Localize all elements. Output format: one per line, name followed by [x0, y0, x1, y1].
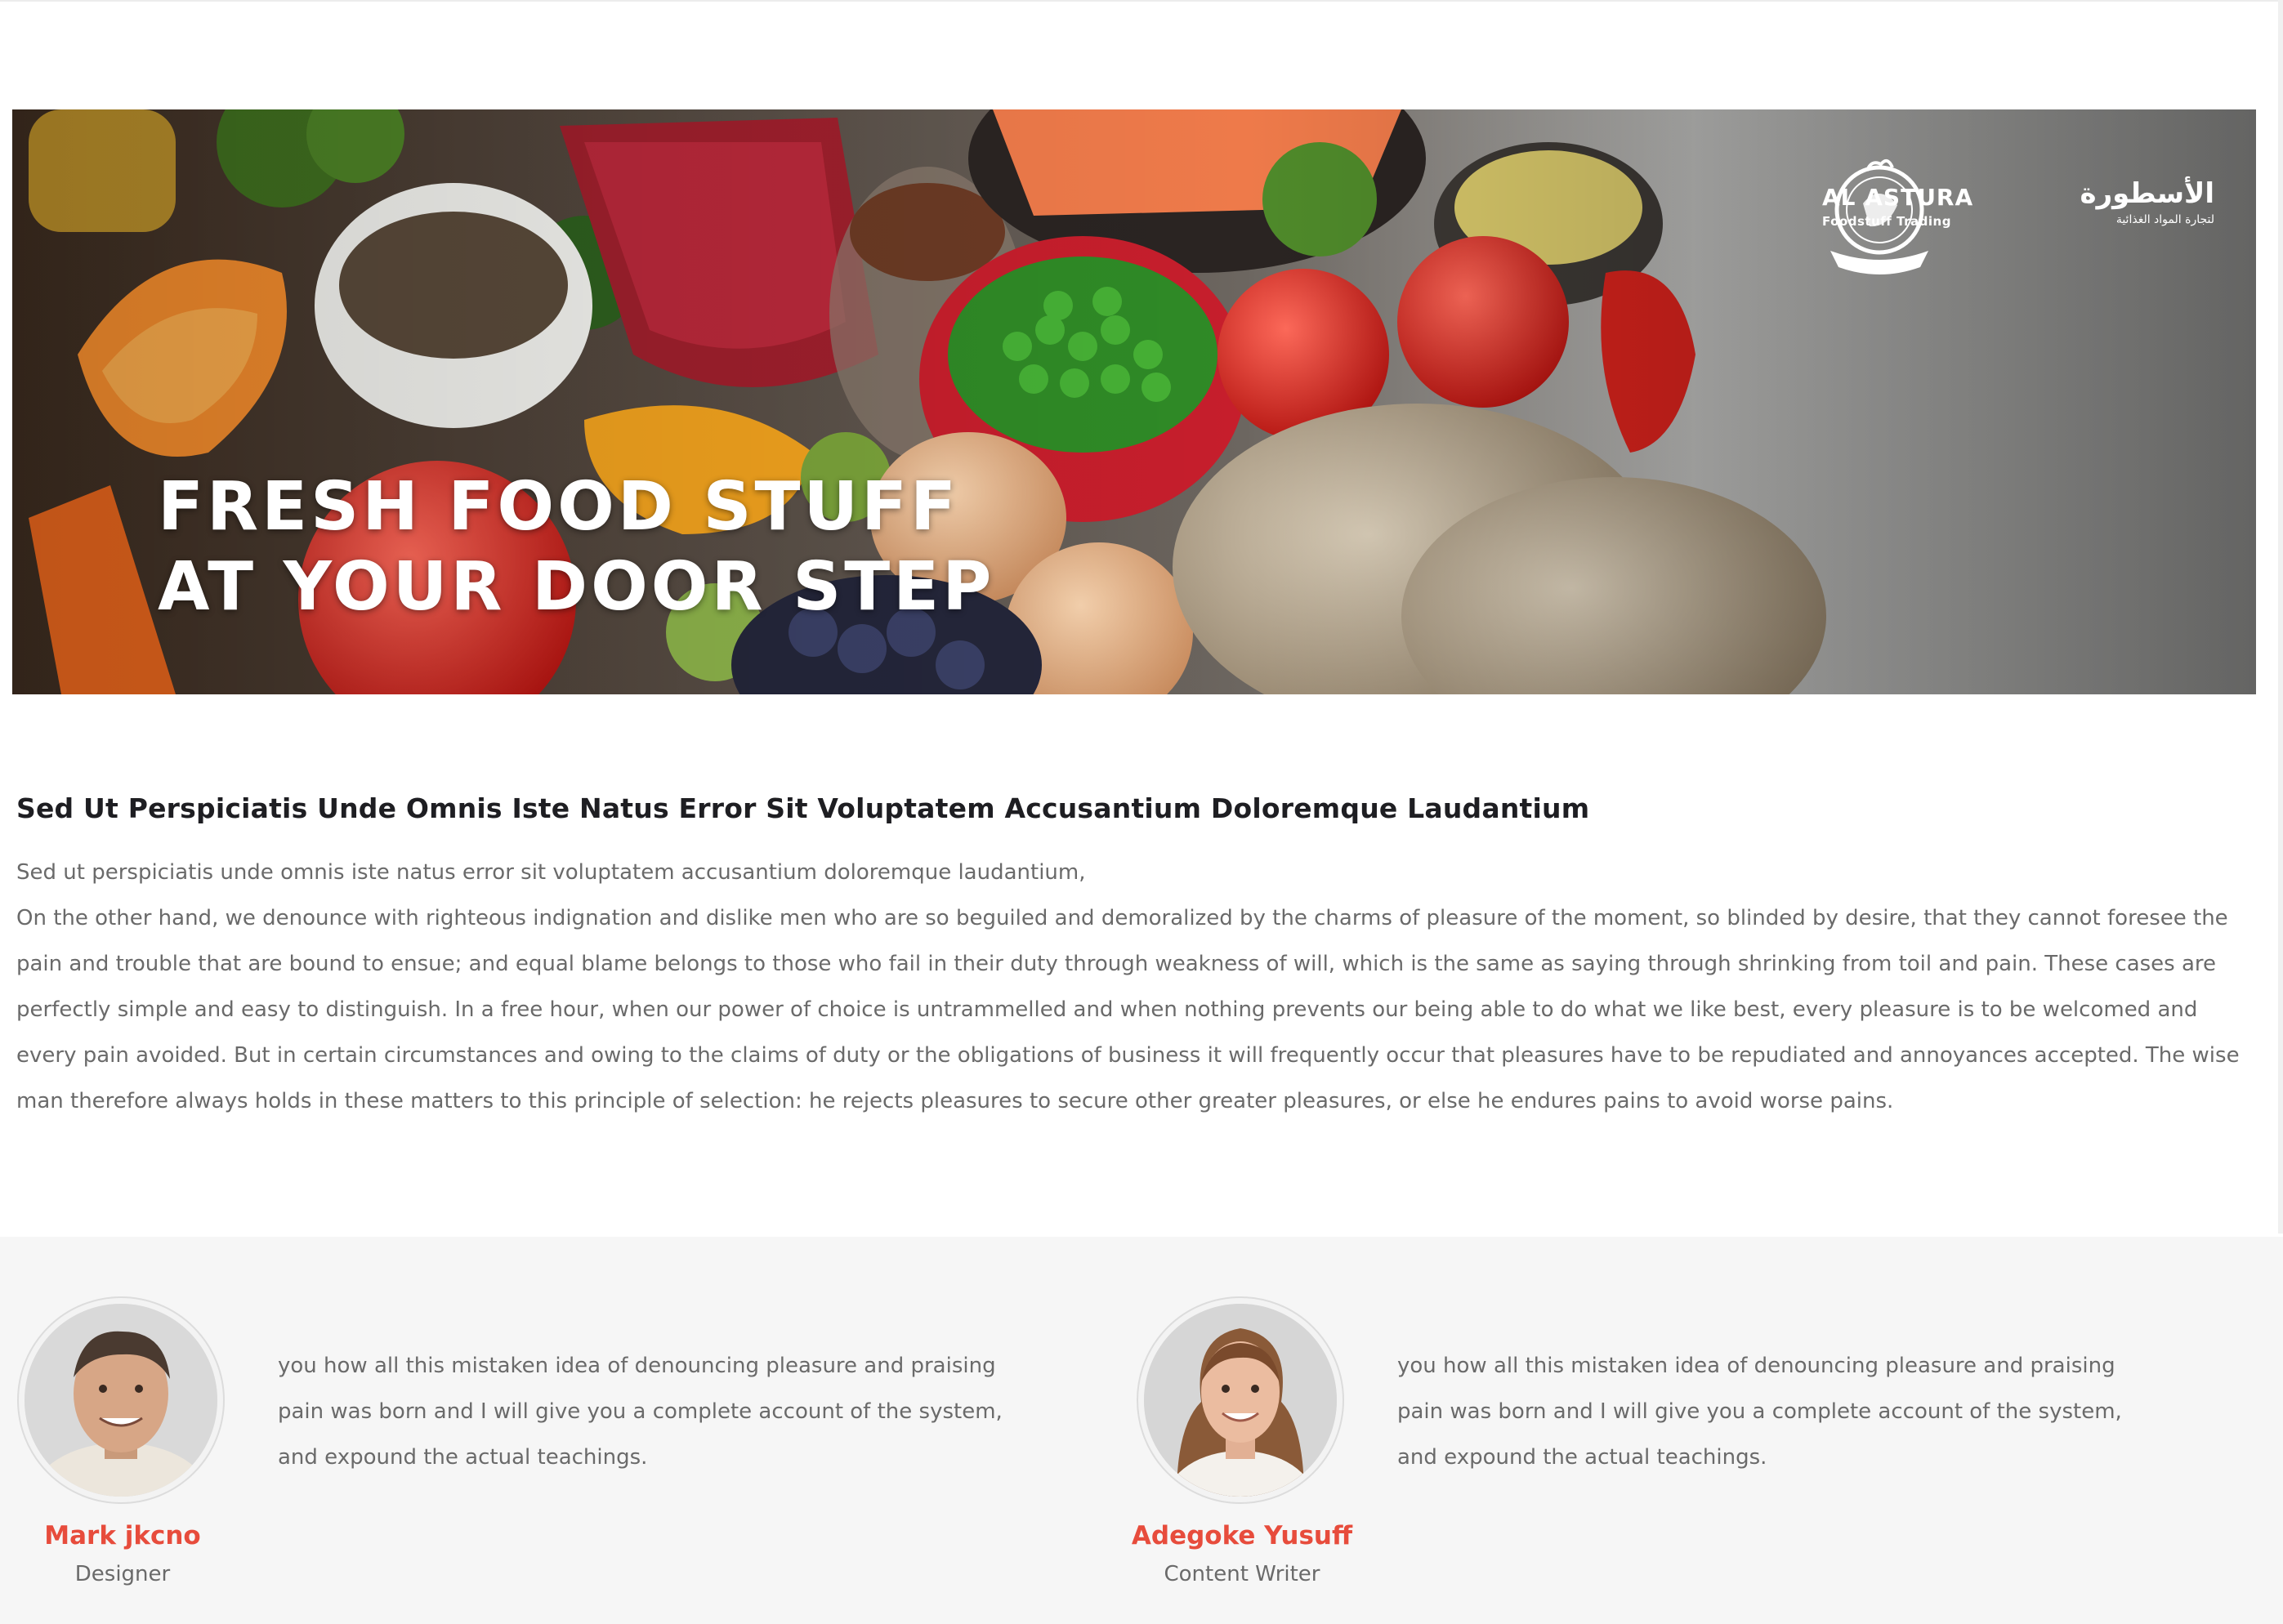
man-avatar-icon — [25, 1304, 217, 1497]
testimonial-card: Adegoke Yusuff Content Writer you how al… — [1119, 1237, 2239, 1624]
avatar — [25, 1304, 217, 1497]
article-lead: Sed ut perspiciatis unde omnis iste natu… — [16, 860, 1086, 885]
hero-headline: FRESH FOOD STUFF AT YOUR DOOR STEP — [158, 467, 994, 627]
avatar-ring — [1137, 1296, 1344, 1504]
logo-arabic-sub: لتجارة المواد الغذائية — [2115, 213, 2214, 226]
avatar — [1144, 1304, 1337, 1497]
testimonial-name: Adegoke Yusuff — [1131, 1521, 1353, 1550]
testimonial-card: Mark jkcno Designer you how all this mis… — [0, 1237, 1119, 1624]
testimonials-section: Mark jkcno Designer you how all this mis… — [0, 1237, 2283, 1624]
logo-arabic: الأسطورة لتجارة المواد الغذائية — [2080, 177, 2215, 226]
rooster-emblem-icon — [1830, 158, 1928, 274]
hero-headline-line2: AT YOUR DOOR STEP — [158, 548, 995, 626]
testimonial-role: Designer — [74, 1562, 171, 1586]
hero-banner: FRESH FOOD STUFF AT YOUR DOOR STEP AL AS… — [12, 109, 2256, 694]
testimonial-quote: you how all this mistaken idea of denoun… — [278, 1354, 1003, 1470]
testimonial-role: Content Writer — [1164, 1562, 1320, 1586]
woman-avatar-icon — [1144, 1304, 1337, 1497]
brand-logo[interactable]: AL ASTURA Foodstuff Trading الأسطورة لتج… — [1822, 154, 2214, 277]
testimonial-name: Mark jkcno — [44, 1521, 201, 1550]
avatar-ring — [17, 1296, 225, 1504]
top-divider — [0, 0, 2283, 2]
article-body: Sed ut perspiciatis unde omnis iste natu… — [16, 850, 2263, 1124]
scrollbar-track[interactable] — [2278, 0, 2283, 1234]
hero-headline-line1: FRESH FOOD STUFF — [158, 468, 960, 546]
testimonial-quote: you how all this mistaken idea of denoun… — [1397, 1354, 2122, 1470]
article-title: Sed Ut Perspiciatis Unde Omnis Iste Natu… — [16, 792, 1590, 824]
article-paragraph: On the other hand, we denounce with righ… — [16, 906, 2240, 1113]
logo-arabic-name: الأسطورة — [2080, 177, 2215, 210]
